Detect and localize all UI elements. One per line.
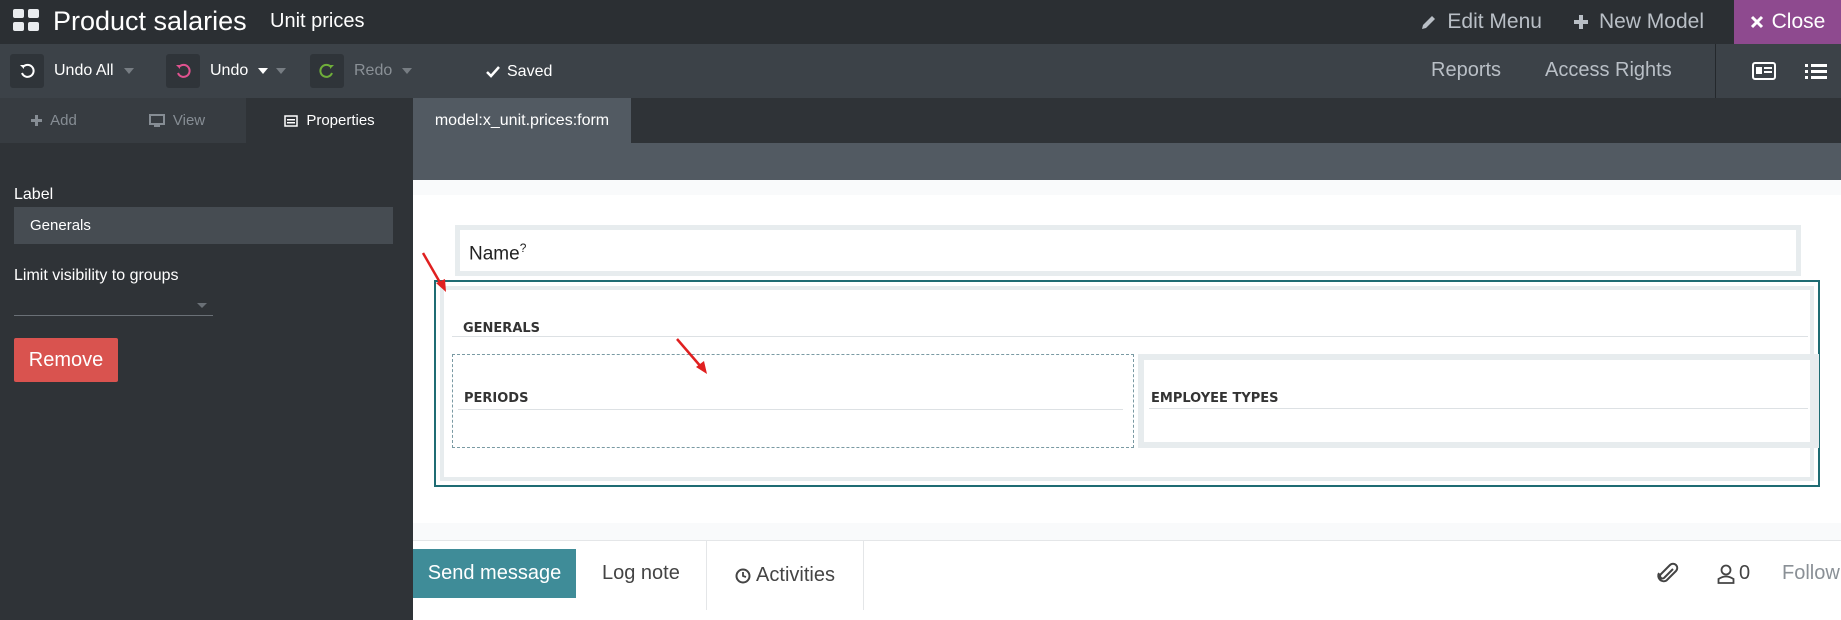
group-divider (458, 409, 1123, 410)
close-studio-button[interactable]: Close (1734, 0, 1841, 44)
redo-label: Redo (354, 62, 393, 79)
group-title-generals: GENERALS (463, 321, 541, 336)
activities-button[interactable]: Activities (706, 541, 864, 610)
edit-menu-label: Edit Menu (1447, 10, 1542, 33)
group-title-employee-types: EMPLOYEE TYPES (1151, 391, 1279, 406)
label-field-title: Label (14, 186, 54, 203)
undo-label: Undo (210, 62, 249, 79)
new-model-button[interactable]: New Model (1572, 10, 1704, 34)
plus-icon (31, 115, 43, 126)
undo-button[interactable]: Undo (166, 54, 287, 88)
list-view-icon[interactable] (1804, 61, 1828, 81)
undo-caret-icon[interactable] (258, 68, 269, 74)
group-divider (452, 336, 1808, 337)
new-model-label: New Model (1598, 10, 1704, 33)
top-navbar: Product salaries Unit prices Edit Menu N… (0, 0, 1841, 44)
undo-all-button[interactable]: Undo All (10, 54, 134, 88)
chatter: Send message Log note Activities 0 Follo… (413, 540, 1841, 620)
paperclip-icon (1657, 562, 1679, 583)
followers-button[interactable]: 0 (1717, 562, 1750, 585)
send-message-button[interactable]: Send message (413, 549, 576, 598)
pencil-icon (1422, 16, 1436, 29)
toolbar-divider (1715, 44, 1716, 98)
tab-view[interactable]: View (108, 98, 246, 143)
close-label: Close (1771, 10, 1826, 33)
group-periods[interactable]: PERIODS (452, 354, 1134, 448)
form-view-icon[interactable] (1752, 61, 1776, 81)
edit-menu-button[interactable]: Edit Menu (1420, 10, 1542, 34)
studio-sidebar: Add View Properties Label Generals Limit… (0, 98, 413, 620)
tab-properties-label: Properties (306, 112, 375, 129)
followers-count: 0 (1739, 562, 1751, 584)
undo-all-icon (10, 54, 44, 88)
form-sheet: Name? GENERALS PERIODS EMPLOYEE TYPES (413, 195, 1841, 523)
redo-caret-icon[interactable] (402, 68, 413, 74)
top-right-actions: Edit Menu New Model Close (1420, 0, 1841, 44)
attachments-button[interactable] (1656, 562, 1680, 586)
redo-button[interactable]: Redo (310, 54, 413, 88)
form-editor: model:x_unit.prices:form Name? GENERALS … (413, 98, 1841, 620)
monitor-icon (148, 114, 165, 127)
tab-properties[interactable]: Properties (246, 98, 413, 143)
group-employee-types[interactable]: EMPLOYEE TYPES (1138, 354, 1819, 448)
user-icon (1717, 564, 1735, 584)
tab-add-label: Add (50, 112, 77, 129)
undo-all-label: Undo All (54, 62, 114, 79)
saved-status: Saved (486, 63, 552, 81)
studio-toolbar: Undo All Undo Redo Saved Reports Access … (0, 44, 1841, 98)
label-input[interactable]: Generals (14, 207, 393, 244)
undo-separator-caret-icon (276, 68, 287, 74)
group-generals[interactable]: GENERALS PERIODS EMPLOYEE TYPES (434, 280, 1820, 487)
clock-icon (735, 568, 751, 583)
activities-label: Activities (756, 564, 835, 586)
redo-icon (310, 54, 344, 88)
visibility-groups-select[interactable] (14, 295, 213, 316)
undo-all-caret-icon[interactable] (123, 68, 134, 74)
check-icon (486, 66, 500, 78)
log-note-button[interactable]: Log note (602, 562, 680, 585)
remove-button[interactable]: Remove (14, 338, 118, 382)
reports-link[interactable]: Reports (1431, 59, 1501, 82)
properties-icon (284, 114, 299, 127)
visibility-field-title: Limit visibility to groups (14, 267, 179, 284)
form-header-band (413, 143, 1841, 180)
tab-add[interactable]: Add (0, 98, 108, 143)
follow-button[interactable]: Follow (1782, 562, 1840, 585)
name-text: Name (469, 243, 520, 265)
app-title: Product salaries (53, 6, 247, 36)
help-tooltip-icon[interactable]: ? (520, 241, 527, 255)
saved-label: Saved (507, 63, 553, 80)
name-field-label: Name? (469, 241, 526, 265)
editor-tabs: model:x_unit.prices:form (413, 98, 1841, 143)
apps-menu-icon[interactable] (13, 9, 39, 31)
access-rights-link[interactable]: Access Rights (1545, 59, 1672, 82)
group-title-periods: PERIODS (464, 391, 529, 406)
annotation-arrow-icon (676, 338, 707, 374)
breadcrumb-unit-prices[interactable]: Unit prices (270, 10, 364, 33)
plus-icon (1573, 15, 1588, 29)
close-icon (1750, 15, 1763, 29)
chevron-down-icon (197, 303, 207, 308)
undo-icon (166, 54, 200, 88)
annotation-arrow-icon (421, 252, 446, 292)
tab-view-label: View (172, 112, 206, 129)
sidebar-tabs: Add View Properties (0, 98, 413, 143)
group-divider (1149, 408, 1808, 409)
tab-form-view[interactable]: model:x_unit.prices:form (413, 98, 631, 143)
name-field[interactable]: Name? (455, 225, 1801, 276)
group-generals-inner: GENERALS PERIODS EMPLOYEE TYPES (440, 286, 1819, 481)
